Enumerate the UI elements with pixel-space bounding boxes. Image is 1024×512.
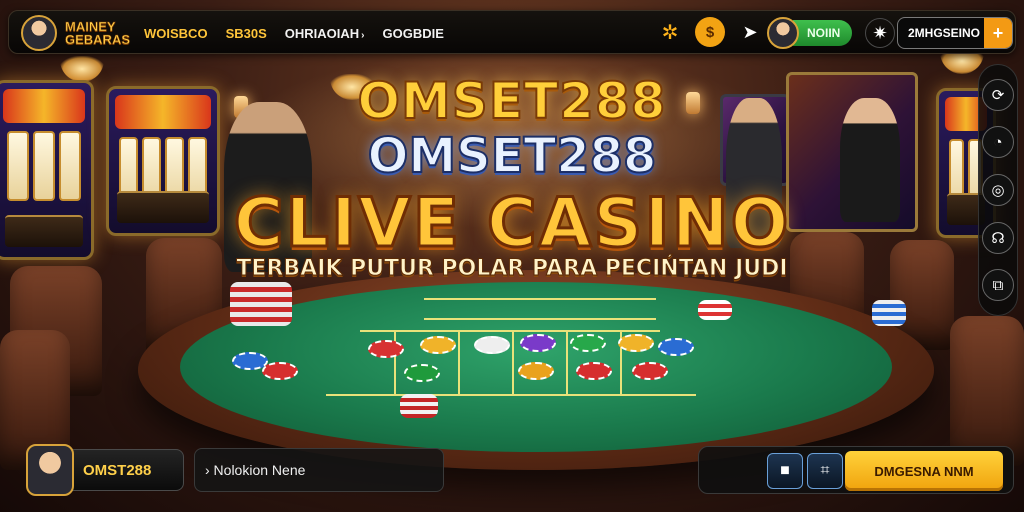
chip [474, 336, 510, 354]
coin-icon[interactable]: $ [695, 17, 725, 47]
hero-tagline: TERBAIK PUTUR POLAR PARA PECIŃTAN JUDI [236, 256, 788, 282]
chat-icon[interactable]: ◎ [982, 173, 1014, 206]
bet-grid-line [566, 330, 568, 394]
split-screen-icon[interactable]: ⧉ [982, 269, 1014, 302]
headset-icon[interactable]: ☊ [982, 221, 1014, 254]
topbar-icon-group: ✲ $ ➤ [655, 17, 765, 47]
balance-text: 2MHGSEINO [908, 26, 981, 40]
chip [618, 334, 654, 352]
chip [262, 362, 298, 380]
settings-icon[interactable]: ✷ [865, 18, 895, 48]
chip-stack [230, 282, 292, 326]
player-card[interactable]: OMST288 [26, 444, 184, 496]
player-avatar [26, 444, 74, 496]
nav-item-4[interactable]: GOGBDIE [383, 26, 444, 41]
chip [518, 362, 554, 380]
brand-subheadline: OMSET288 [367, 127, 658, 185]
brand-headline: OMSET288 [357, 71, 667, 131]
chip [658, 338, 694, 356]
chip [404, 364, 440, 382]
send-icon[interactable]: ➤ [735, 17, 765, 47]
primary-cta-button[interactable]: DMGESNA NNM [845, 451, 1003, 491]
deposit-plus-button[interactable]: + [984, 18, 1012, 48]
chip [570, 334, 606, 352]
bet-grid-line [394, 330, 396, 394]
stop-icon[interactable]: ■ [767, 453, 803, 489]
bottom-action-bar: ■ ⌗ DMGESNA NNM [698, 446, 1014, 494]
brand-avatar [21, 15, 57, 51]
chip [420, 336, 456, 354]
user-status-label: NOIIN [793, 20, 853, 46]
bet-grid-line [360, 330, 660, 332]
chip [632, 362, 668, 380]
nav-item-2[interactable]: SB30S [226, 26, 267, 41]
user-avatar [767, 17, 799, 49]
bet-grid-line [458, 330, 460, 394]
chevron-right-icon: › [361, 29, 365, 41]
chat-message-field[interactable]: › Nolokion Nene [194, 448, 444, 492]
chair [950, 316, 1024, 466]
balance-display[interactable]: 2MHGSEINO + [897, 17, 1013, 49]
nav-item-3-wrapper[interactable]: OHRIAOIAH › [285, 26, 365, 41]
chip-stack [698, 300, 732, 320]
top-navigation-bar: MAINEY GEBARAS WOISBCO SB30S OHRIAOIAH › … [8, 10, 1016, 54]
bet-grid-line [512, 330, 514, 394]
brand-block[interactable]: MAINEY GEBARAS [21, 15, 135, 51]
chip [368, 340, 404, 358]
bet-grid-line [424, 298, 656, 300]
refresh-icon[interactable]: ⟳ [982, 78, 1014, 111]
chip [576, 362, 612, 380]
nav-item-3: OHRIAOIAH [284, 25, 360, 41]
crop-icon[interactable]: ⌗ [807, 453, 843, 489]
player-name: OMST288 [70, 449, 184, 491]
side-action-rail: ⟳ ◔ ◎ ☊ ⧉ [978, 64, 1018, 316]
gauge-icon[interactable]: ◔ [982, 126, 1014, 159]
gear-icon[interactable]: ✲ [655, 17, 685, 47]
chip-stack [400, 394, 438, 418]
bet-grid-line [424, 318, 656, 320]
hero-title: CLIVE CASINO [232, 183, 791, 265]
user-profile-pill[interactable]: NOIIN [767, 17, 853, 49]
main-nav: WOISBCO SB30S OHRIAOIAH › GOGBDIE [144, 11, 444, 55]
brand-logo-text: MAINEY GEBARAS [65, 19, 131, 47]
chip-stack [872, 300, 906, 326]
bet-grid-line [326, 394, 696, 396]
nav-item-1[interactable]: WOISBCO [144, 26, 208, 41]
chip [520, 334, 556, 352]
